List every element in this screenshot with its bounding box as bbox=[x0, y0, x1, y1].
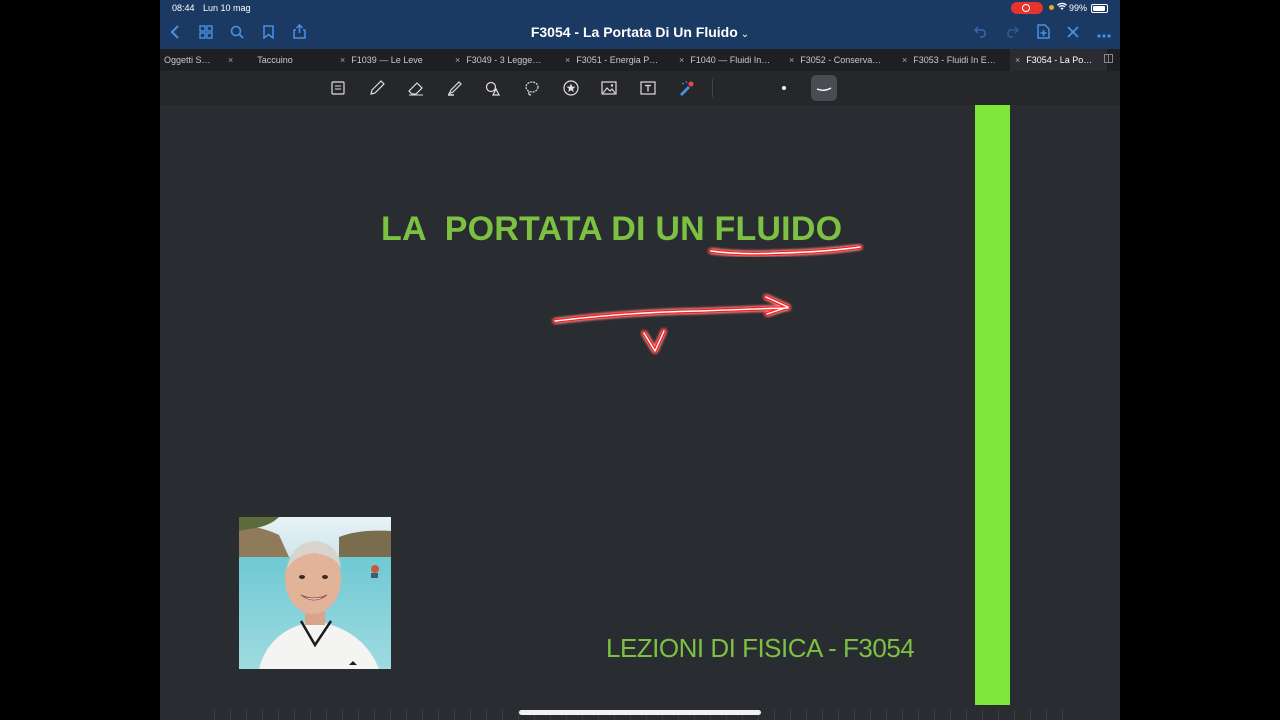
screen-recording-icon bbox=[1011, 2, 1043, 14]
close-icon[interactable] bbox=[1061, 16, 1085, 49]
drawing-toolbar bbox=[160, 71, 1120, 105]
tab-taccuino[interactable]: × Taccuino bbox=[228, 49, 338, 71]
shapes-icon[interactable] bbox=[482, 77, 504, 99]
highlighter-icon[interactable] bbox=[444, 77, 466, 99]
tab-f3053[interactable]: × F3053 - Fluidi In E… bbox=[902, 49, 1014, 71]
document-tabs: Oggetti S… × Taccuino × F1039 — Le Leve × F… bbox=[160, 49, 1120, 71]
slide-title: LA PORTATA DI UN FLUIDO bbox=[381, 210, 843, 248]
read-mode-icon[interactable] bbox=[327, 77, 349, 99]
home-indicator[interactable] bbox=[519, 710, 761, 715]
add-page-icon[interactable] bbox=[1031, 16, 1055, 49]
chevron-down-icon: ⌄ bbox=[740, 29, 750, 40]
slide-footer: LEZIONI DI FISICA - F3054 bbox=[606, 633, 915, 663]
sticker-icon[interactable] bbox=[560, 77, 582, 99]
image-icon[interactable] bbox=[598, 77, 620, 99]
mic-indicator-icon bbox=[1049, 5, 1054, 10]
tab-f3052[interactable]: × F3052 - Conserva… bbox=[789, 49, 901, 71]
eraser-icon[interactable] bbox=[405, 77, 427, 99]
undo-icon[interactable] bbox=[969, 16, 993, 49]
tab-f3054[interactable]: × F3054 - La Po… bbox=[1010, 49, 1107, 71]
tab-f1040[interactable]: × F1040 — Fluidi In… bbox=[679, 49, 791, 71]
tab-close-icon[interactable]: × bbox=[228, 55, 233, 65]
battery-percent: 99% bbox=[1069, 3, 1088, 13]
text-box-icon[interactable] bbox=[637, 77, 659, 99]
redo-icon[interactable] bbox=[1000, 16, 1024, 49]
status-time: 08:44 bbox=[172, 3, 195, 13]
laser-pointer-icon[interactable] bbox=[675, 77, 697, 99]
more-icon[interactable] bbox=[1092, 16, 1116, 49]
pen-icon[interactable] bbox=[366, 77, 388, 99]
ipad-screen: 08:44 Lun 10 mag 99% F3054 - La Portata … bbox=[160, 0, 1120, 720]
status-date: Lun 10 mag bbox=[203, 3, 251, 13]
pen-style-selected[interactable] bbox=[811, 75, 837, 101]
pen-size-small-icon[interactable] bbox=[782, 86, 786, 90]
battery-icon bbox=[1091, 4, 1108, 13]
teacher-photo bbox=[239, 517, 391, 669]
split-view-icon[interactable] bbox=[1104, 54, 1113, 63]
tab-close-icon[interactable]: × bbox=[565, 55, 570, 65]
tab-close-icon[interactable]: × bbox=[902, 55, 907, 65]
slide-accent-bar bbox=[975, 105, 1010, 705]
tab-close-icon[interactable]: × bbox=[679, 55, 684, 65]
tab-close-icon[interactable]: × bbox=[789, 55, 794, 65]
tab-close-icon[interactable]: × bbox=[1015, 55, 1020, 65]
document-navbar: F3054 - La Portata Di Un Fluido ⌄ bbox=[160, 16, 1120, 49]
wifi-icon bbox=[1057, 2, 1067, 13]
lasso-icon[interactable] bbox=[521, 77, 543, 99]
tab-close-icon[interactable]: × bbox=[455, 55, 460, 65]
status-bar: 08:44 Lun 10 mag 99% bbox=[160, 0, 1120, 16]
tab-f1039[interactable]: × F1039 — Le Leve bbox=[340, 49, 450, 71]
toolbar-divider bbox=[712, 79, 713, 97]
tab-close-icon[interactable]: × bbox=[340, 55, 345, 65]
tab-f3051[interactable]: × F3051 - Energia P… bbox=[565, 49, 677, 71]
tab-f3049[interactable]: × F3049 - 3 Legge… bbox=[455, 49, 565, 71]
